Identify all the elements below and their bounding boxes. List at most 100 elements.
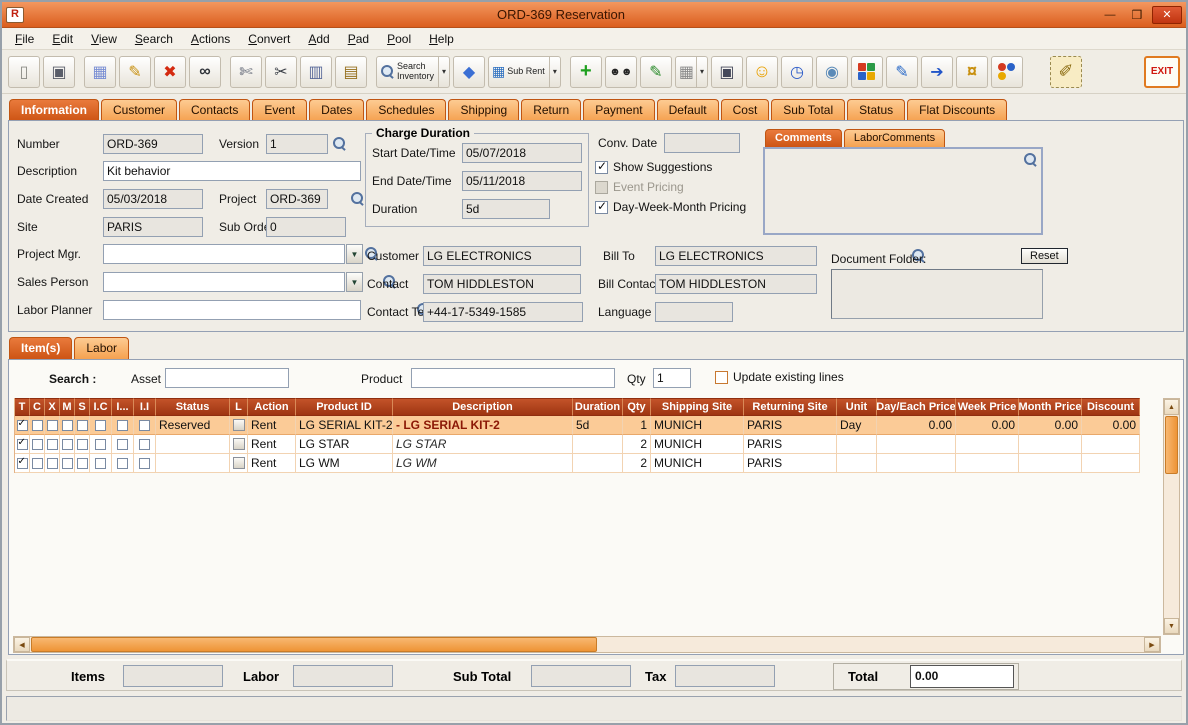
flag-cell[interactable] [90, 435, 112, 454]
column-header-i-c[interactable]: I.C [90, 398, 112, 416]
cell-description[interactable]: LG STAR [393, 435, 573, 454]
scroll-up-button[interactable]: ▲ [1164, 399, 1179, 415]
flag-cell[interactable] [30, 454, 45, 473]
tab-labor[interactable]: Labor [74, 337, 130, 359]
flag-checkbox[interactable] [46, 419, 58, 431]
menu-search[interactable]: Search [126, 30, 182, 48]
l-cell[interactable] [230, 435, 248, 454]
cell-shipping-site[interactable]: MUNICH [651, 454, 744, 473]
column-header-t[interactable]: T [15, 398, 30, 416]
flag-checkbox[interactable] [139, 419, 150, 431]
cell-action[interactable]: Rent [248, 435, 296, 454]
comments-box[interactable] [763, 147, 1043, 235]
cell-discount[interactable] [1082, 435, 1140, 454]
tab-shipping[interactable]: Shipping [448, 99, 520, 121]
cell-unit[interactable] [837, 435, 877, 454]
cell-day-each-price[interactable] [877, 454, 956, 473]
line-options-button[interactable] [232, 419, 245, 431]
conv-date-field[interactable] [664, 133, 740, 153]
start-date-field[interactable] [462, 143, 582, 163]
menu-add[interactable]: Add [299, 30, 338, 48]
paste-button[interactable]: ▤ [335, 55, 367, 88]
bill-contact-field[interactable] [655, 274, 817, 294]
tab-information[interactable]: Information [9, 99, 99, 121]
column-header-month-price[interactable]: Month Price [1019, 398, 1082, 416]
flag-cell[interactable] [45, 416, 60, 435]
cubes-button[interactable] [850, 55, 883, 88]
contact-tel-field[interactable] [423, 302, 583, 322]
column-header-i[interactable]: I... [112, 398, 134, 416]
column-header-i-i[interactable]: I.I [134, 398, 156, 416]
flag-checkbox[interactable] [95, 457, 106, 469]
flag-checkbox[interactable] [16, 418, 28, 431]
scroll-right-button[interactable]: ▶ [1144, 637, 1160, 652]
asset-input[interactable] [165, 368, 289, 388]
cell-qty[interactable]: 2 [623, 454, 651, 473]
description-field[interactable] [103, 161, 361, 181]
tab-default[interactable]: Default [656, 99, 719, 121]
menu-view[interactable]: View [82, 30, 126, 48]
scroll-down-button[interactable]: ▼ [1164, 618, 1179, 634]
checkbox-icon[interactable] [595, 199, 608, 214]
tab-flat-discounts[interactable]: Flat Discounts [907, 99, 1008, 121]
smiley-button[interactable]: ☺ [745, 55, 778, 88]
project-field[interactable] [266, 189, 328, 209]
tab-laborcomments[interactable]: LaborComments [843, 129, 946, 147]
clock-button[interactable]: ◷ [780, 55, 813, 88]
colored-balls-button[interactable] [990, 55, 1023, 88]
tab-sub-total[interactable]: Sub Total [771, 99, 846, 121]
menu-edit[interactable]: Edit [43, 30, 82, 48]
cell-day-each-price[interactable]: 0.00 [877, 416, 956, 435]
column-header-product-id[interactable]: Product ID [296, 398, 393, 416]
site-field[interactable] [103, 217, 203, 237]
copy-button[interactable]: ▥ [300, 55, 332, 88]
flag-checkbox[interactable] [76, 438, 88, 450]
tab-return[interactable]: Return [521, 99, 582, 121]
menu-pool[interactable]: Pool [378, 30, 420, 48]
flag-cell[interactable] [30, 416, 45, 435]
cell-week-price[interactable]: 0.00 [956, 416, 1019, 435]
flag-cell[interactable] [134, 416, 156, 435]
tab-status[interactable]: Status [847, 99, 906, 121]
cell-status[interactable] [156, 454, 230, 473]
flag-cell[interactable] [15, 416, 30, 435]
column-header-m[interactable]: M [60, 398, 75, 416]
flag-cell[interactable] [60, 416, 75, 435]
cell-unit[interactable]: Day [837, 416, 877, 435]
flag-checkbox[interactable] [31, 457, 43, 469]
new-document-button[interactable]: ▯ [8, 55, 40, 88]
flag-checkbox[interactable] [139, 457, 150, 469]
version-field[interactable] [266, 134, 328, 154]
flag-checkbox[interactable] [117, 419, 128, 431]
reset-button[interactable]: Reset [1021, 248, 1068, 264]
document-folder-box[interactable] [831, 269, 1043, 319]
tab-contacts[interactable]: Contacts [179, 99, 251, 121]
date-created-field[interactable] [103, 189, 203, 209]
crystal-button[interactable]: ◆ [453, 55, 486, 88]
close-button[interactable]: ✕ [1152, 5, 1182, 24]
report-print-button[interactable]: ▣ [710, 55, 743, 88]
flag-cell[interactable] [60, 435, 75, 454]
pool-balls-button[interactable]: ☻☻ [604, 55, 637, 88]
menu-pad[interactable]: Pad [339, 30, 378, 48]
number-field[interactable] [103, 134, 203, 154]
flag-checkbox[interactable] [117, 457, 128, 469]
flag-cell[interactable] [90, 454, 112, 473]
sub-rent-button[interactable]: ▦ Sub Rent ▾ [488, 55, 561, 88]
contact-field[interactable] [423, 274, 581, 294]
tab-event[interactable]: Event [252, 99, 308, 121]
column-header-qty[interactable]: Qty [623, 398, 651, 416]
cell-day-each-price[interactable] [877, 435, 956, 454]
flag-cell[interactable] [75, 435, 90, 454]
cell-month-price[interactable] [1019, 454, 1082, 473]
labor-planner-field[interactable] [103, 300, 361, 320]
table-row[interactable]: RentLG WMLG WM2MUNICHPARIS [15, 454, 1140, 473]
print-button[interactable]: ▣ [43, 55, 75, 88]
flag-checkbox[interactable] [31, 438, 43, 450]
cell-week-price[interactable] [956, 454, 1019, 473]
table-row[interactable]: Reserved RentLG SERIAL KIT-2- LG SERIAL K… [15, 416, 1140, 435]
flag-cell[interactable] [60, 454, 75, 473]
highlight-pen-button[interactable]: ✐ [1049, 55, 1082, 88]
comments-search-icon[interactable] [1023, 152, 1038, 167]
workpad-button[interactable]: ✎ [885, 55, 918, 88]
